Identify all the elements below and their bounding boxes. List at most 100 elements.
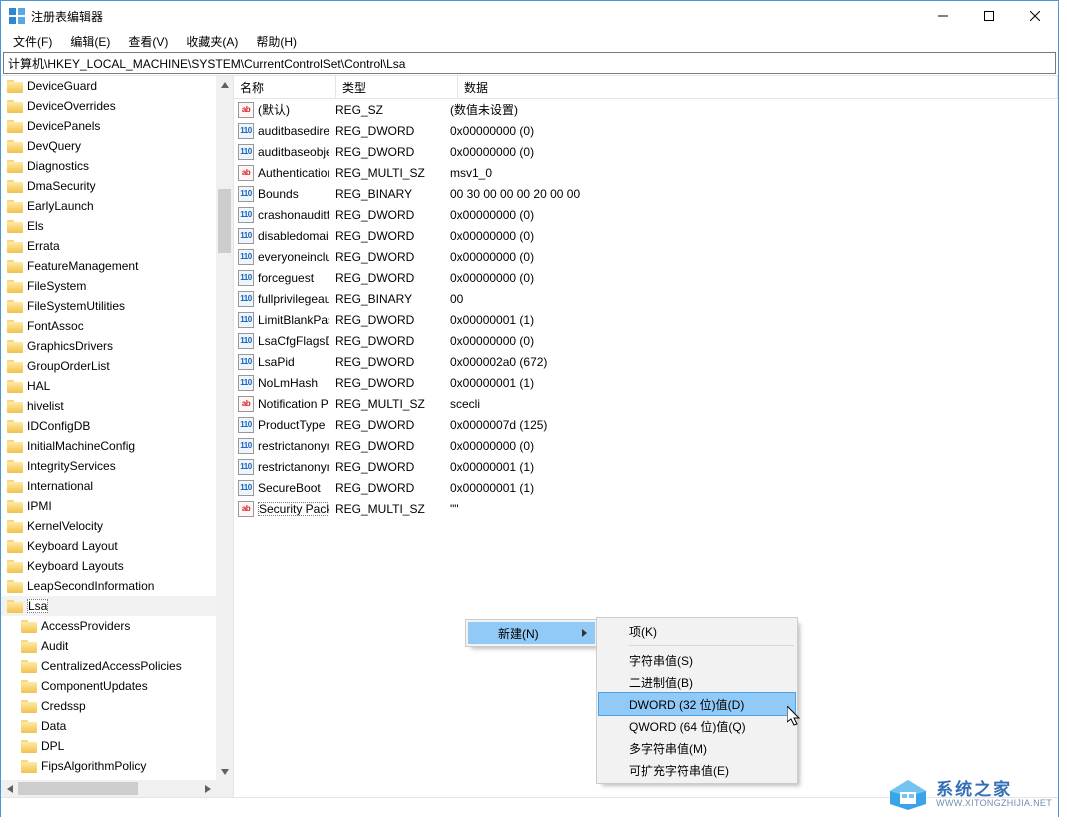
tree-item[interactable]: EarlyLaunch	[1, 196, 216, 216]
tree-item[interactable]: KernelVelocity	[1, 516, 216, 536]
tree-item[interactable]: AccessProviders	[1, 616, 216, 636]
string-value-icon: ab	[238, 501, 254, 517]
menu-edit[interactable]: 编辑(E)	[62, 32, 118, 51]
tree-item[interactable]: LeapSecondInformation	[1, 576, 216, 596]
tree-item[interactable]: HAL	[1, 376, 216, 396]
list-row[interactable]: ab(默认)REG_SZ(数值未设置)	[234, 99, 1058, 120]
menu-view[interactable]: 查看(V)	[120, 32, 176, 51]
string-value-icon: ab	[238, 165, 254, 181]
tree-item[interactable]: hivelist	[1, 396, 216, 416]
tree-item[interactable]: FileSystem	[1, 276, 216, 296]
list-row[interactable]: 110crashonauditfailREG_DWORD0x00000000 (…	[234, 204, 1058, 225]
list-row[interactable]: abAuthentication ...REG_MULTI_SZmsv1_0	[234, 162, 1058, 183]
value-data: 0x0000007d (125)	[444, 418, 1058, 432]
list-row[interactable]: 110everyoneinclud...REG_DWORD0x00000000 …	[234, 246, 1058, 267]
list-row[interactable]: 110fullprivilegeau...REG_BINARY00	[234, 288, 1058, 309]
tree-item[interactable]: Audit	[1, 636, 216, 656]
tree-pane: DeviceGuardDeviceOverridesDevicePanelsDe…	[1, 76, 234, 797]
tree-item[interactable]: IDConfigDB	[1, 416, 216, 436]
value-name: LimitBlankPass...	[258, 313, 329, 327]
tree-item[interactable]: DPL	[1, 736, 216, 756]
scroll-corner	[216, 780, 233, 797]
list-row[interactable]: 110LsaPidREG_DWORD0x000002a0 (672)	[234, 351, 1058, 372]
list-row[interactable]: 110forceguestREG_DWORD0x00000000 (0)	[234, 267, 1058, 288]
tree-item[interactable]: Data	[1, 716, 216, 736]
column-type[interactable]: 类型	[336, 76, 458, 98]
list-row[interactable]: 110SecureBootREG_DWORD0x00000001 (1)	[234, 477, 1058, 498]
context-item[interactable]: DWORD (32 位)值(D)	[598, 692, 796, 716]
tree-item[interactable]: DeviceOverrides	[1, 96, 216, 116]
tree-item[interactable]: GraphicsDrivers	[1, 336, 216, 356]
list-row[interactable]: 110LsaCfgFlagsDe...REG_DWORD0x00000000 (…	[234, 330, 1058, 351]
list-row[interactable]: abNotification Pa...REG_MULTI_SZscecli	[234, 393, 1058, 414]
tree-item[interactable]: DevicePanels	[1, 116, 216, 136]
context-item[interactable]: 项(K)	[599, 620, 795, 642]
tree-item[interactable]: CentralizedAccessPolicies	[1, 656, 216, 676]
tree-item[interactable]: ComponentUpdates	[1, 676, 216, 696]
tree-item[interactable]: Errata	[1, 236, 216, 256]
list-row[interactable]: 110BoundsREG_BINARY00 30 00 00 00 20 00 …	[234, 183, 1058, 204]
tree-item-selected[interactable]: Lsa	[1, 596, 216, 616]
column-data[interactable]: 数据	[458, 76, 1058, 98]
scroll-thumb[interactable]	[18, 782, 138, 795]
context-item[interactable]: 可扩充字符串值(E)	[599, 759, 795, 781]
menu-file[interactable]: 文件(F)	[5, 32, 60, 51]
scroll-right-icon[interactable]	[199, 780, 216, 797]
tree-item[interactable]: FileSystemUtilities	[1, 296, 216, 316]
tree-item[interactable]: DmaSecurity	[1, 176, 216, 196]
list-row[interactable]: 110restrictanonym...REG_DWORD0x00000000 …	[234, 435, 1058, 456]
value-data: 0x00000000 (0)	[444, 124, 1058, 138]
tree-item[interactable]: DevQuery	[1, 136, 216, 156]
context-item-new[interactable]: 新建(N)	[468, 622, 595, 644]
scroll-track[interactable]	[18, 780, 199, 797]
tree-item[interactable]: Keyboard Layout	[1, 536, 216, 556]
tree-item-label: International	[27, 479, 93, 493]
tree-item-label: KernelVelocity	[27, 519, 103, 533]
tree-item[interactable]: InitialMachineConfig	[1, 436, 216, 456]
list-row[interactable]: 110LimitBlankPass...REG_DWORD0x00000001 …	[234, 309, 1058, 330]
close-button[interactable]	[1012, 1, 1058, 31]
tree-item[interactable]: GroupOrderList	[1, 356, 216, 376]
context-item[interactable]: 字符串值(S)	[599, 649, 795, 671]
tree-item[interactable]: FontAssoc	[1, 316, 216, 336]
tree-item[interactable]: FipsAlgorithmPolicy	[1, 756, 216, 776]
tree-item[interactable]: Els	[1, 216, 216, 236]
context-item[interactable]: 二进制值(B)	[599, 671, 795, 693]
folder-icon	[7, 540, 23, 553]
context-item[interactable]: 多字符串值(M)	[599, 737, 795, 759]
tree-item[interactable]: DeviceGuard	[1, 76, 216, 96]
tree-item[interactable]: FeatureManagement	[1, 256, 216, 276]
tree-vertical-scrollbar[interactable]	[216, 76, 233, 780]
minimize-button[interactable]	[920, 1, 966, 31]
tree-item[interactable]: International	[1, 476, 216, 496]
scroll-thumb[interactable]	[218, 189, 231, 253]
list-row[interactable]: abSecurity Packa...REG_MULTI_SZ""	[234, 498, 1058, 519]
list-row[interactable]: 110NoLmHashREG_DWORD0x00000001 (1)	[234, 372, 1058, 393]
tree-horizontal-scrollbar[interactable]	[1, 780, 216, 797]
tree-item-label: FipsAlgorithmPolicy	[41, 759, 146, 773]
address-bar[interactable]: 计算机\HKEY_LOCAL_MACHINE\SYSTEM\CurrentCon…	[3, 52, 1056, 74]
tree-item[interactable]: Keyboard Layouts	[1, 556, 216, 576]
scroll-up-icon[interactable]	[216, 76, 233, 93]
value-name: disabledomain...	[258, 229, 329, 243]
binary-value-icon: 110	[238, 417, 254, 433]
list-row[interactable]: 110ProductTypeREG_DWORD0x0000007d (125)	[234, 414, 1058, 435]
menu-help[interactable]: 帮助(H)	[248, 32, 305, 51]
list-row[interactable]: 110auditbasedirec...REG_DWORD0x00000000 …	[234, 120, 1058, 141]
tree-list[interactable]: DeviceGuardDeviceOverridesDevicePanelsDe…	[1, 76, 216, 797]
tree-item[interactable]: IntegrityServices	[1, 456, 216, 476]
scroll-left-icon[interactable]	[1, 780, 18, 797]
list-row[interactable]: 110restrictanonym...REG_DWORD0x00000001 …	[234, 456, 1058, 477]
tree-item-label: Diagnostics	[27, 159, 89, 173]
tree-item[interactable]: Diagnostics	[1, 156, 216, 176]
menu-fav[interactable]: 收藏夹(A)	[178, 32, 246, 51]
context-item[interactable]: QWORD (64 位)值(Q)	[599, 715, 795, 737]
maximize-button[interactable]	[966, 1, 1012, 31]
list-row[interactable]: 110auditbaseobje...REG_DWORD0x00000000 (…	[234, 141, 1058, 162]
scroll-track[interactable]	[216, 93, 233, 763]
tree-item[interactable]: IPMI	[1, 496, 216, 516]
list-row[interactable]: 110disabledomain...REG_DWORD0x00000000 (…	[234, 225, 1058, 246]
scroll-down-icon[interactable]	[216, 763, 233, 780]
column-name[interactable]: 名称	[234, 76, 336, 98]
tree-item[interactable]: Credssp	[1, 696, 216, 716]
